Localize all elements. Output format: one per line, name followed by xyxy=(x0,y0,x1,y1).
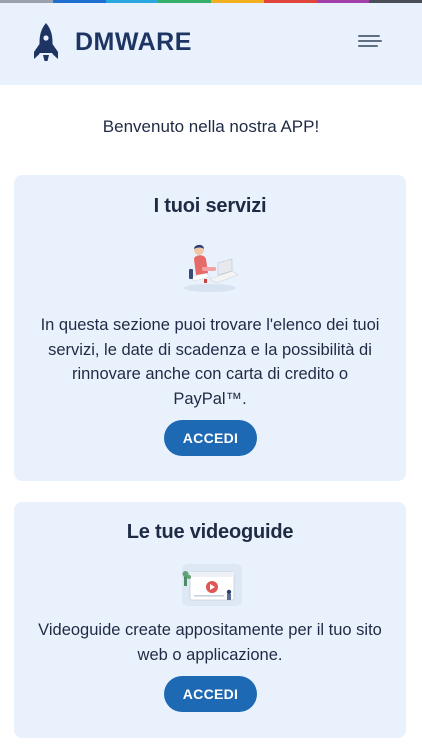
videoguides-access-button[interactable]: ACCEDI xyxy=(164,676,257,712)
app-page: DMWARE Benvenuto nella nostra APP! I tuo… xyxy=(0,0,422,750)
services-card-text: In questa sezione puoi trovare l'elenco … xyxy=(40,316,380,408)
brand-name[interactable]: DMWARE xyxy=(75,28,192,57)
person-at-desk-illustration xyxy=(184,244,239,292)
videoguides-card: Le tue videoguide Videoguide create appo… xyxy=(14,502,406,738)
videoguides-card-text: Videoguide create appositamente per il t… xyxy=(38,621,382,664)
video-player-illustration xyxy=(182,564,242,606)
videoguides-card-title: Le tue videoguide xyxy=(126,521,294,543)
welcome-text: Benvenuto nella nostra APP! xyxy=(102,117,320,136)
hamburger-menu-icon[interactable] xyxy=(358,33,384,51)
rocket-icon[interactable] xyxy=(32,22,60,62)
services-access-button[interactable]: ACCEDI xyxy=(164,420,257,456)
app-header: DMWARE xyxy=(0,3,422,85)
services-card-title: I tuoi servizi xyxy=(153,195,267,217)
services-card: I tuoi servizi In questa sezione puoi tr… xyxy=(14,175,406,481)
